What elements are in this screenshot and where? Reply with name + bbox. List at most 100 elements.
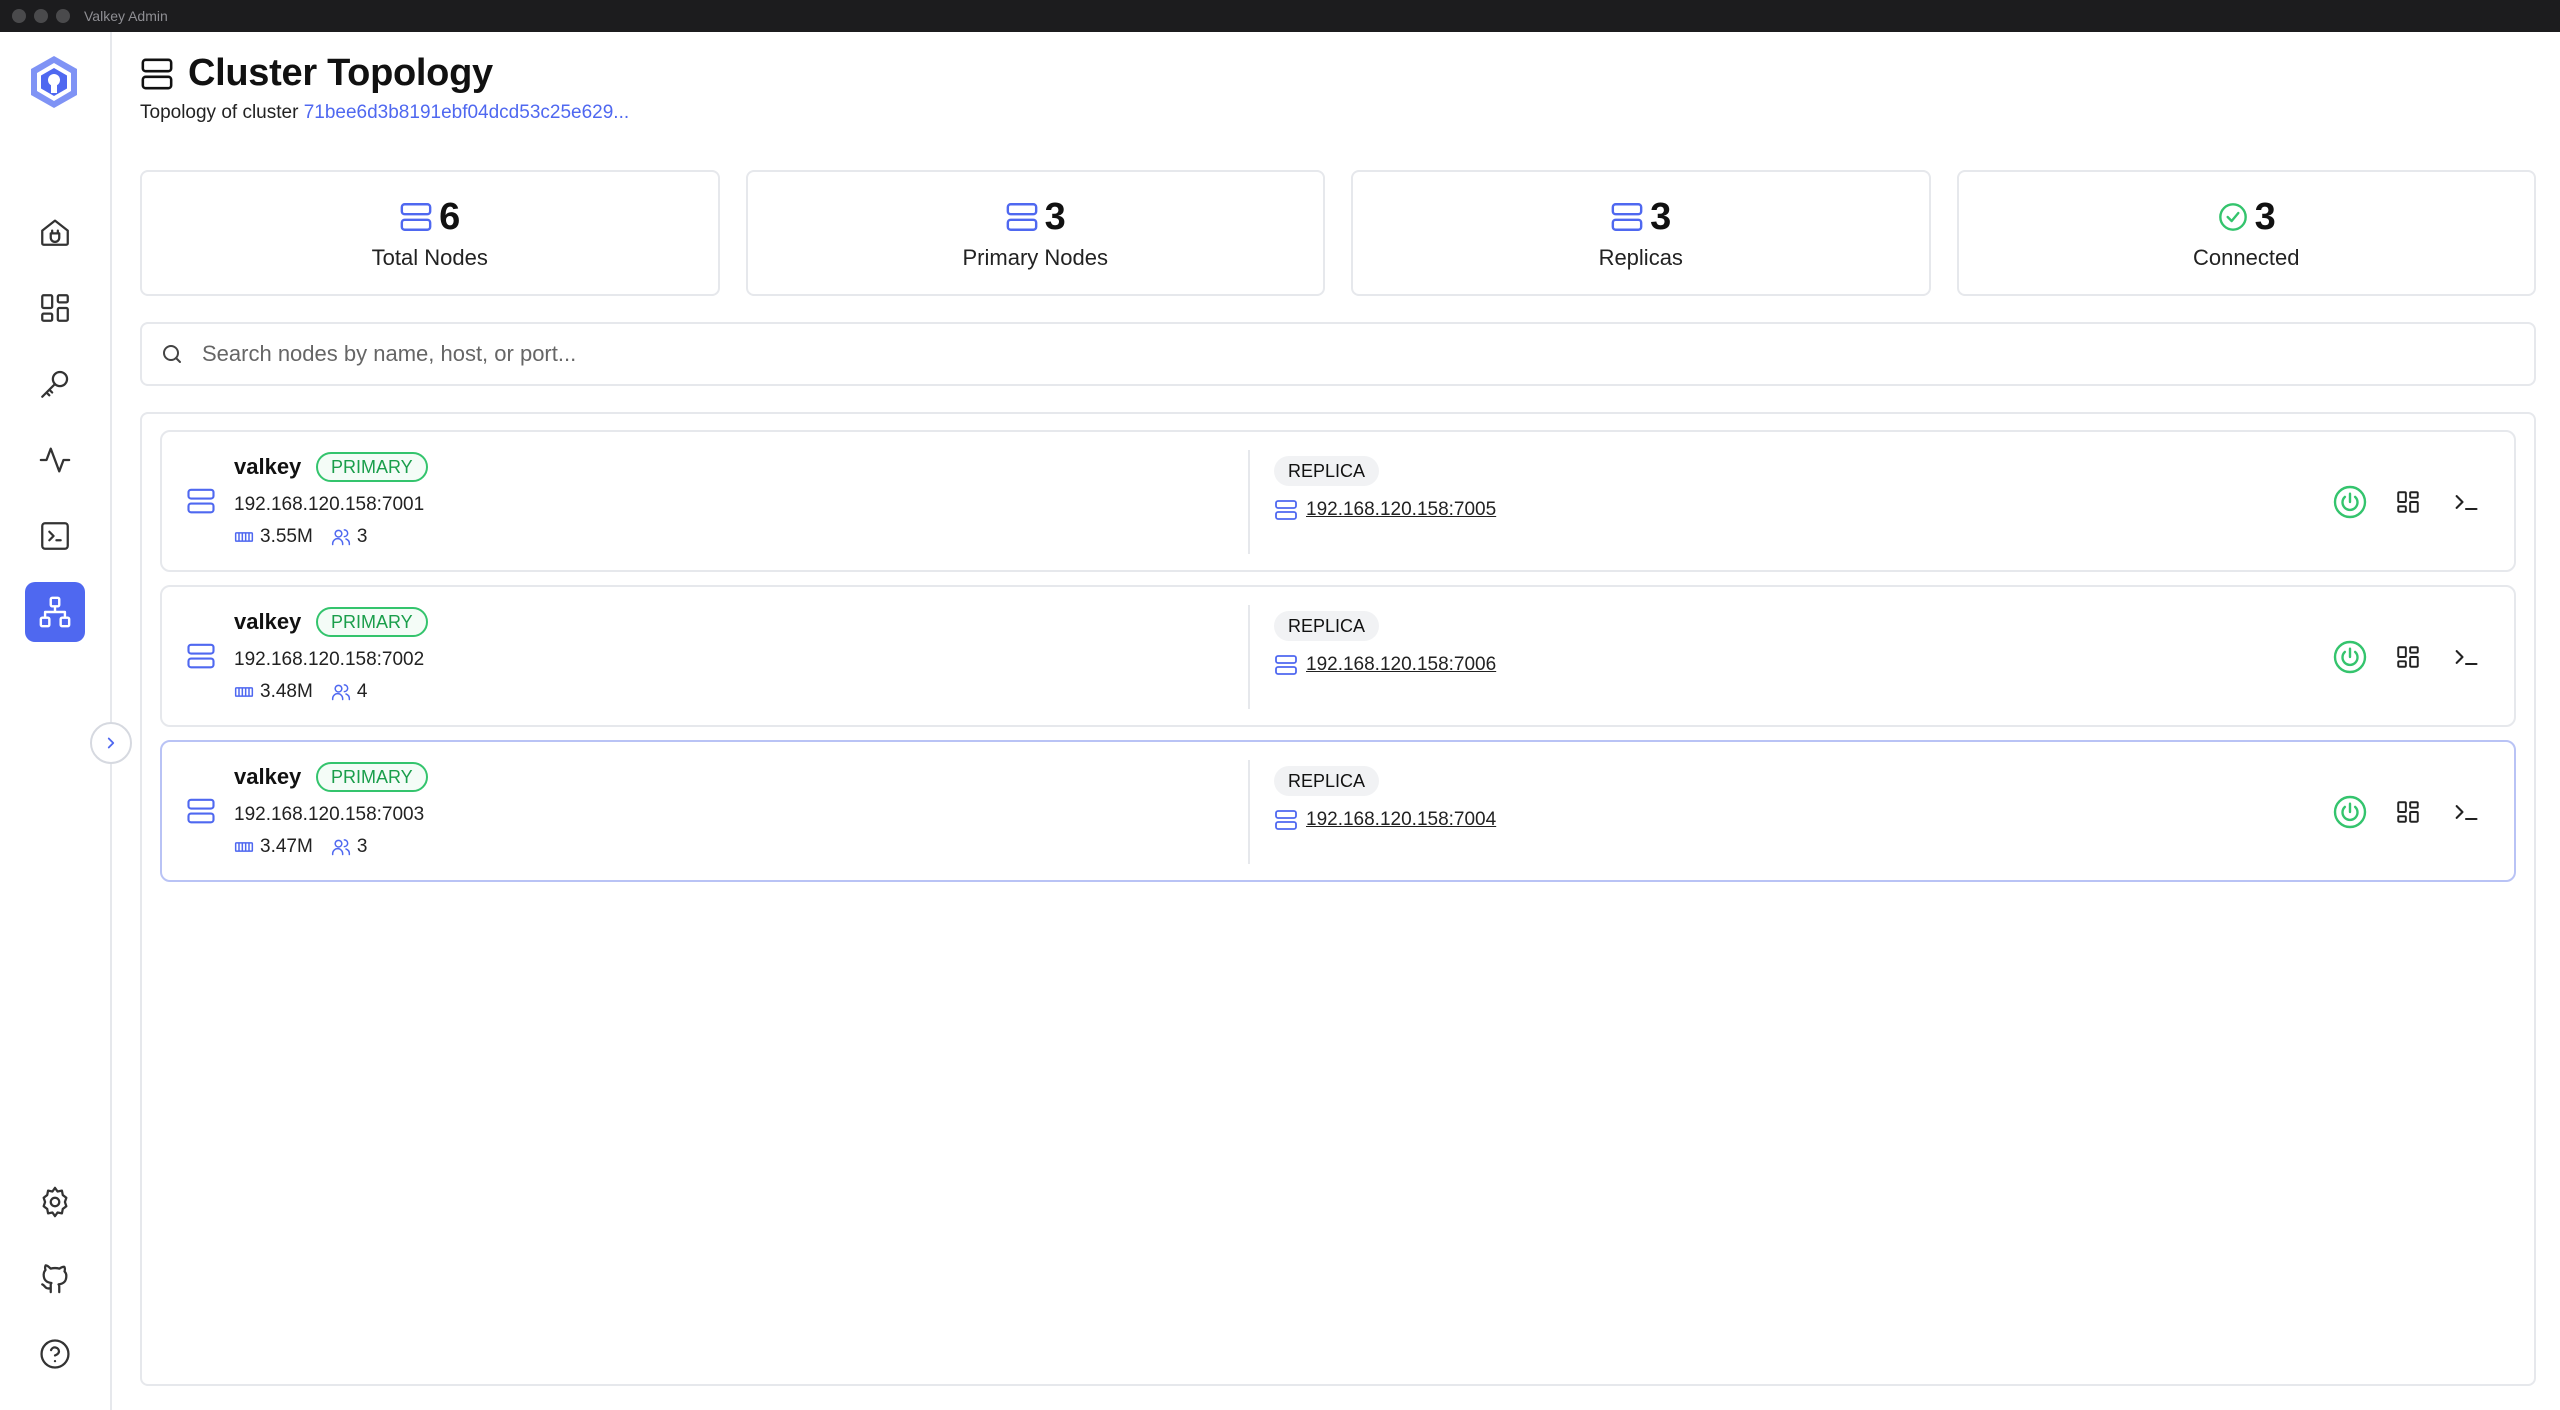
nav-github[interactable] xyxy=(25,1248,85,1308)
cluster-id-link[interactable]: 71bee6d3b8191ebf04dcd53c25e629... xyxy=(304,102,629,123)
memory-icon xyxy=(234,687,254,697)
terminal-prompt-icon xyxy=(2455,495,2478,511)
nav-dashboard[interactable] xyxy=(25,278,85,338)
role-badge-primary: PRIMARY xyxy=(316,607,428,637)
window-minimize-button[interactable] xyxy=(34,9,48,23)
memory-icon xyxy=(234,842,254,852)
stats-row: 6 Total Nodes 3 Primary Nodes 3 Replicas… xyxy=(140,170,2536,296)
window-maximize-button[interactable] xyxy=(56,9,70,23)
row-divider xyxy=(1248,605,1250,709)
node-dashboard-button[interactable] xyxy=(2390,794,2426,830)
server-icon xyxy=(141,58,173,89)
node-meta: 3.47M 3 xyxy=(234,836,385,858)
subtitle-prefix: Topology of cluster xyxy=(140,102,299,123)
users-icon xyxy=(331,684,350,701)
dashboard-icon xyxy=(2397,646,2419,668)
nav-help[interactable] xyxy=(25,1324,85,1384)
power-icon xyxy=(2333,640,2367,674)
stat-label: Total Nodes xyxy=(371,244,488,270)
node-meta: 3.55M 3 xyxy=(234,526,385,548)
node-row[interactable]: valkey PRIMARY 192.168.120.158:7002 3.48… xyxy=(160,585,2516,727)
server-icon xyxy=(1275,500,1297,520)
connection-toggle-button[interactable] xyxy=(2332,794,2368,830)
node-console-button[interactable] xyxy=(2448,639,2484,675)
row-actions xyxy=(2332,484,2484,520)
users-icon xyxy=(331,839,350,856)
node-name: valkey xyxy=(234,609,302,634)
role-badge-primary: PRIMARY xyxy=(316,452,428,482)
node-memory: 3.47M xyxy=(260,836,313,857)
replica-address[interactable]: 192.168.120.158:7004 xyxy=(1306,809,1496,831)
node-row[interactable]: valkey PRIMARY 192.168.120.158:7003 3.47… xyxy=(160,740,2516,882)
github-icon xyxy=(41,1264,68,1294)
search-icon xyxy=(163,345,181,363)
row-actions xyxy=(2332,639,2484,675)
server-icon xyxy=(1006,203,1038,231)
stat-label: Replicas xyxy=(1598,244,1683,270)
home-icon xyxy=(41,219,69,246)
role-badge-replica: REPLICA xyxy=(1274,456,1380,486)
role-badge-replica: REPLICA xyxy=(1274,611,1380,641)
server-icon xyxy=(187,488,215,514)
node-name: valkey xyxy=(234,764,302,789)
role-badge-primary: PRIMARY xyxy=(316,762,428,792)
dashboard-icon xyxy=(2397,801,2419,823)
node-console-button[interactable] xyxy=(2448,794,2484,830)
server-icon xyxy=(1275,655,1297,675)
node-meta: 3.48M 4 xyxy=(234,681,385,703)
replica-address[interactable]: 192.168.120.158:7006 xyxy=(1306,654,1496,676)
connection-toggle-button[interactable] xyxy=(2332,484,2368,520)
nav-cluster-topology[interactable] xyxy=(25,582,85,642)
node-row[interactable]: valkey PRIMARY 192.168.120.158:7001 3.55… xyxy=(160,430,2516,572)
check-circle-icon xyxy=(2218,203,2247,231)
nav-monitoring[interactable] xyxy=(25,430,85,490)
stat-value: 3 xyxy=(1044,195,1066,238)
server-icon xyxy=(1275,810,1297,830)
server-icon xyxy=(187,798,215,824)
sidebar-expand-button[interactable] xyxy=(90,722,132,764)
search-input[interactable] xyxy=(202,341,2002,367)
replica-address-link[interactable]: 192.168.120.158:7005 xyxy=(1274,498,1496,522)
stat-value: 6 xyxy=(439,195,461,238)
replica-address-link[interactable]: 192.168.120.158:7006 xyxy=(1274,653,1496,677)
node-name: valkey xyxy=(234,454,302,479)
connection-toggle-button[interactable] xyxy=(2332,639,2368,675)
chevron-right-icon xyxy=(107,737,115,749)
page-subtitle: Topology of cluster 71bee6d3b8191ebf04dc… xyxy=(140,102,629,124)
window-title: Valkey Admin xyxy=(84,8,168,24)
node-dashboard-button[interactable] xyxy=(2390,484,2426,520)
help-icon xyxy=(40,1339,70,1369)
node-clients: 3 xyxy=(356,526,368,547)
window-titlebar: Valkey Admin xyxy=(0,0,2560,32)
row-divider xyxy=(1248,450,1250,554)
dashboard-icon xyxy=(2397,491,2419,513)
nav-home[interactable] xyxy=(25,202,85,262)
replica-address[interactable]: 192.168.120.158:7005 xyxy=(1306,499,1496,521)
nav-settings[interactable] xyxy=(25,1172,85,1232)
memory-icon xyxy=(234,532,254,542)
nav-console[interactable] xyxy=(25,506,85,566)
node-clients: 3 xyxy=(356,836,368,857)
node-console-button[interactable] xyxy=(2448,484,2484,520)
stat-label: Primary Nodes xyxy=(962,244,1108,270)
key-icon xyxy=(41,370,69,398)
stat-card-replicas: 3 Replicas xyxy=(1351,170,1931,296)
search-bar xyxy=(140,322,2536,386)
node-address: 192.168.120.158:7002 xyxy=(234,649,425,670)
replica-address-link[interactable]: 192.168.120.158:7004 xyxy=(1274,808,1496,832)
node-address: 192.168.120.158:7003 xyxy=(234,804,425,825)
power-icon xyxy=(2333,795,2367,829)
node-dashboard-button[interactable] xyxy=(2390,639,2426,675)
server-icon xyxy=(1611,203,1643,231)
valkey-logo-icon[interactable] xyxy=(28,54,80,110)
dashboard-icon xyxy=(41,294,69,322)
stat-card-total-nodes: 6 Total Nodes xyxy=(140,170,720,296)
window-close-button[interactable] xyxy=(12,9,26,23)
nav-keys[interactable] xyxy=(25,354,85,414)
settings-icon xyxy=(42,1186,68,1218)
node-list-panel: valkey PRIMARY 192.168.120.158:7001 3.55… xyxy=(140,412,2536,1386)
stat-label: Connected xyxy=(2193,244,2300,270)
sidebar xyxy=(0,32,112,1410)
server-icon xyxy=(187,643,215,669)
stat-card-connected: 3 Connected xyxy=(1956,170,2536,296)
